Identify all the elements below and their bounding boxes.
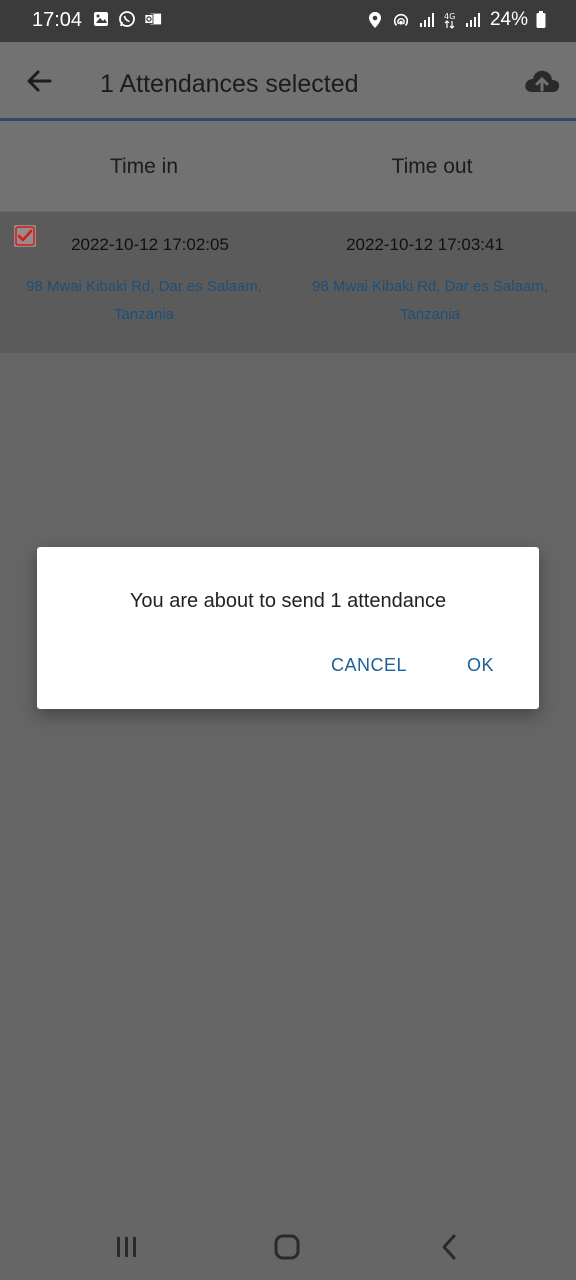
hotspot-icon — [392, 11, 410, 29]
table-header: Time in Time out — [0, 121, 576, 211]
upload-button[interactable] — [522, 64, 562, 100]
location-in-value[interactable]: 98 Mwai Kibaki Rd, Dar es Salaam, Tanzan… — [0, 273, 288, 329]
dialog-message: You are about to send 1 attendance — [129, 590, 447, 612]
back-icon[interactable] — [434, 1232, 464, 1262]
battery-icon — [536, 11, 546, 29]
status-left-icons — [92, 10, 162, 28]
signal-icon — [418, 11, 436, 29]
whatsapp-icon — [118, 10, 136, 28]
back-button[interactable] — [22, 64, 56, 98]
outlook-icon — [144, 10, 162, 28]
arrow-left-icon — [27, 70, 52, 92]
4g-signal-icon: 4G — [444, 11, 456, 29]
header-time-in: Time in — [109, 155, 179, 178]
status-time: 17:04 — [32, 9, 83, 31]
battery-percent: 24% — [489, 9, 528, 30]
location-out-value[interactable]: 98 Mwai Kibaki Rd, Dar es Salaam, Tanzan… — [286, 273, 574, 329]
home-icon[interactable] — [272, 1232, 302, 1262]
ok-button[interactable]: OK — [467, 655, 494, 676]
network-label: 4G — [444, 12, 455, 21]
location-icon — [366, 11, 384, 29]
image-icon — [92, 10, 110, 28]
page-title: 1 Attendances selected — [100, 70, 359, 98]
time-out-value: 2022-10-12 17:03:41 — [346, 235, 504, 254]
table-row[interactable]: 2022-10-12 17:02:05 2022-10-12 17:03:41 … — [0, 212, 576, 353]
confirm-dialog: You are about to send 1 attendance CANCE… — [37, 547, 539, 709]
cloud-upload-icon — [525, 70, 560, 92]
status-right: 4G 24% — [366, 9, 546, 31]
navigation-bar — [0, 1212, 576, 1280]
recents-icon[interactable] — [112, 1232, 142, 1262]
signal-icon-2 — [464, 11, 482, 29]
cancel-button[interactable]: CANCEL — [331, 655, 407, 676]
status-bar: 17:04 4G 24% — [0, 0, 576, 42]
time-in-value: 2022-10-12 17:02:05 — [71, 235, 229, 254]
header-time-out: Time out — [391, 155, 473, 178]
